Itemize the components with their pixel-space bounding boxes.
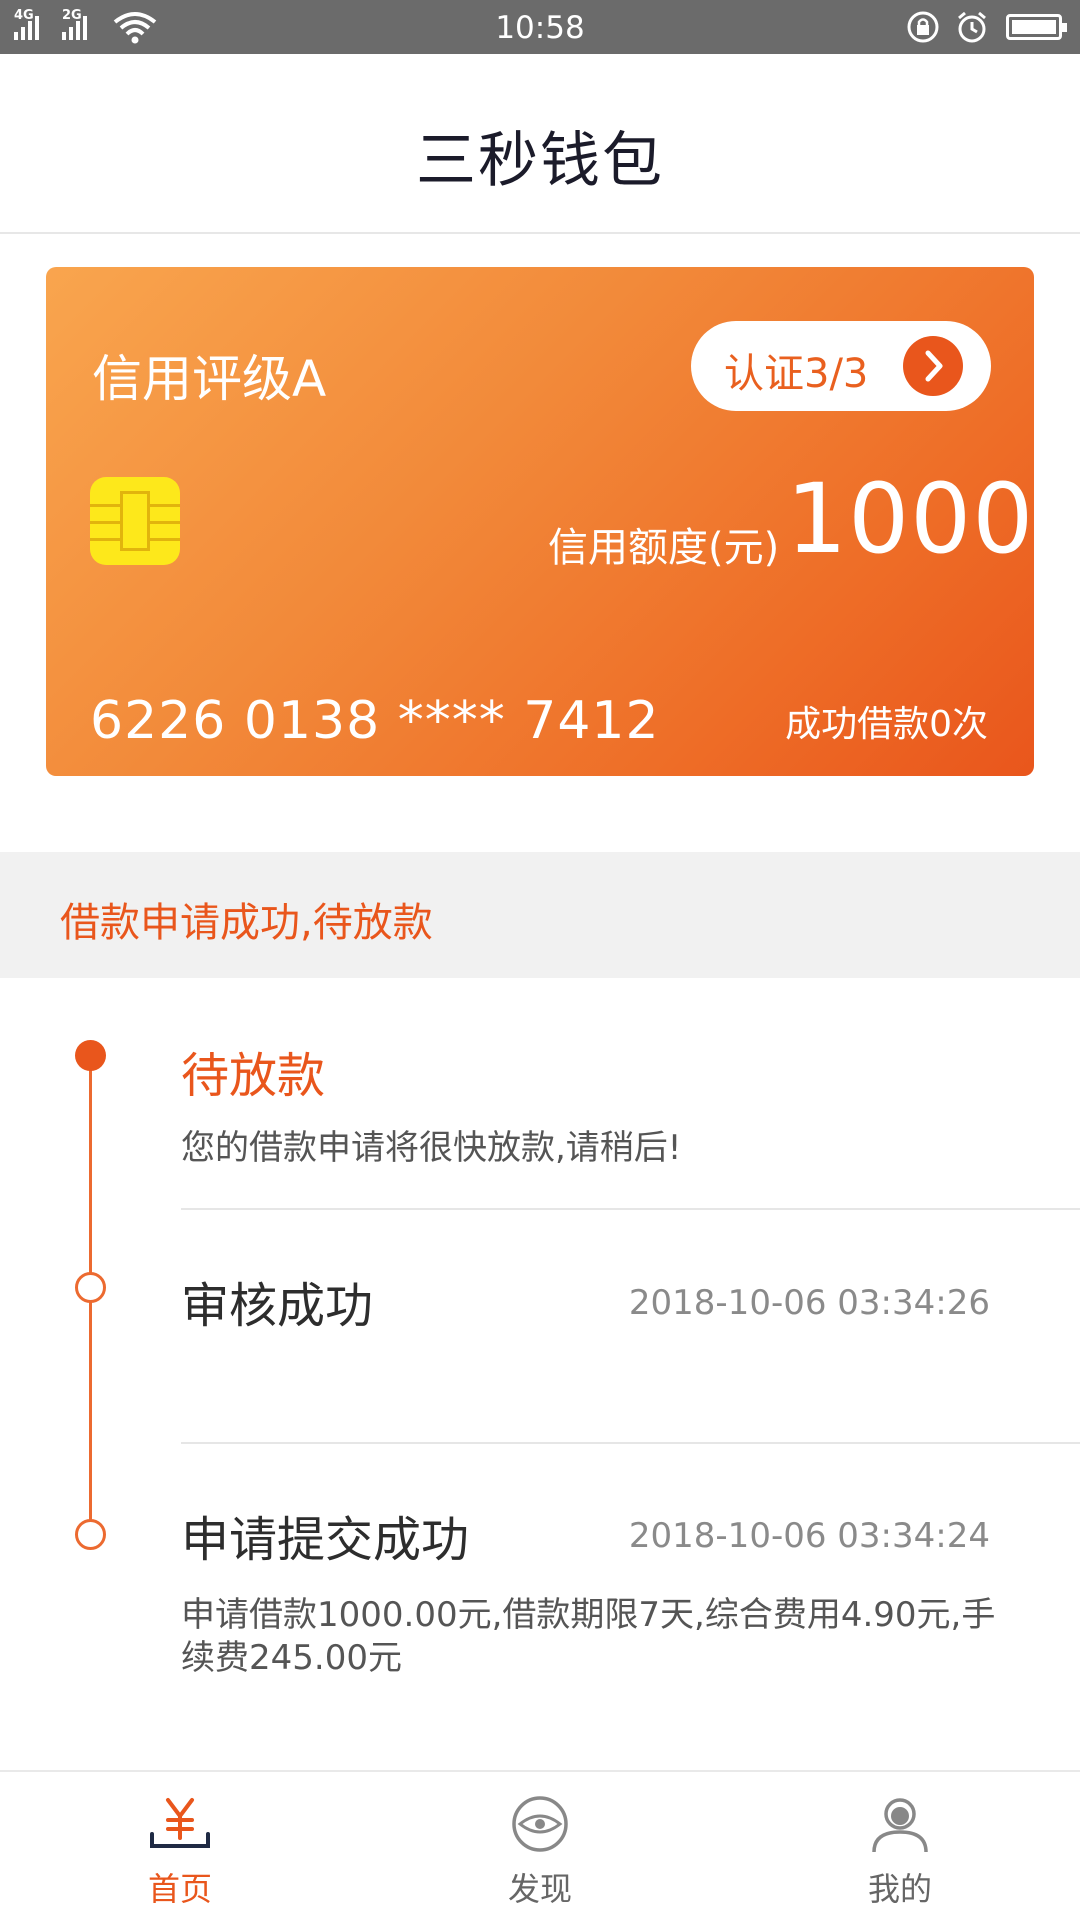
status-bar: 4G 2G 10:58 [0,0,1080,54]
yuan-icon [150,1798,210,1848]
page-title: 三秒钱包 [416,126,664,196]
step-desc-pending: 您的借款申请将很快放款,请稍后! [181,1128,682,1168]
rotation-lock-icon [907,11,939,43]
nav-discover[interactable]: 发现 [360,1772,720,1920]
eye-icon [512,1796,568,1852]
nav-profile-label: 我的 [867,1870,932,1908]
timeline-dot-active [75,1040,106,1071]
user-icon [872,1798,928,1853]
title-bar: 三秒钱包 [0,54,1080,234]
alarm-icon [958,11,986,43]
nav-profile[interactable]: 我的 [720,1772,1080,1920]
timeline-dot [75,1272,106,1303]
certification-label: 认证3/3 [724,351,869,397]
divider [181,1442,1080,1444]
card-number: 6226 0138 **** 7412 [90,691,660,751]
divider [181,1208,1080,1210]
step-time-approved: 2018-10-06 03:34:26 [628,1283,990,1323]
step-title-pending: 待放款 [181,1048,326,1104]
timeline-dot [75,1519,106,1550]
step-title-approved: 审核成功 [181,1278,374,1334]
bottom-nav: 首页 发现 我的 [0,1770,1080,1920]
successful-loans-count: 成功借款0次 [785,704,988,745]
credit-rating: 信用评级A [92,350,327,408]
status-banner: 借款申请成功,待放款 [0,852,1080,978]
nav-discover-label: 发现 [507,1870,572,1908]
certification-button[interactable]: 认证3/3 [691,321,991,411]
card-chip-icon [90,477,180,565]
step-desc-submitted-line2: 续费245.00元 [181,1638,402,1678]
chevron-right-icon [903,336,963,396]
nav-home-label: 首页 [147,1870,212,1908]
status-banner-text: 借款申请成功,待放款 [60,900,433,946]
credit-limit-label: 信用额度(元) [548,525,780,571]
credit-card: 信用评级A 认证3/3 信用额度(元) 1000 6226 0138 **** … [46,267,1034,776]
nav-home[interactable]: 首页 [0,1772,360,1920]
battery-icon [1006,14,1067,40]
step-time-submitted: 2018-10-06 03:34:24 [628,1516,990,1556]
credit-limit-value: 1000 [786,463,1035,575]
step-desc-submitted-line1: 申请借款1000.00元,借款期限7天,综合费用4.90元,手 [181,1595,996,1635]
step-title-submitted: 申请提交成功 [181,1512,470,1568]
